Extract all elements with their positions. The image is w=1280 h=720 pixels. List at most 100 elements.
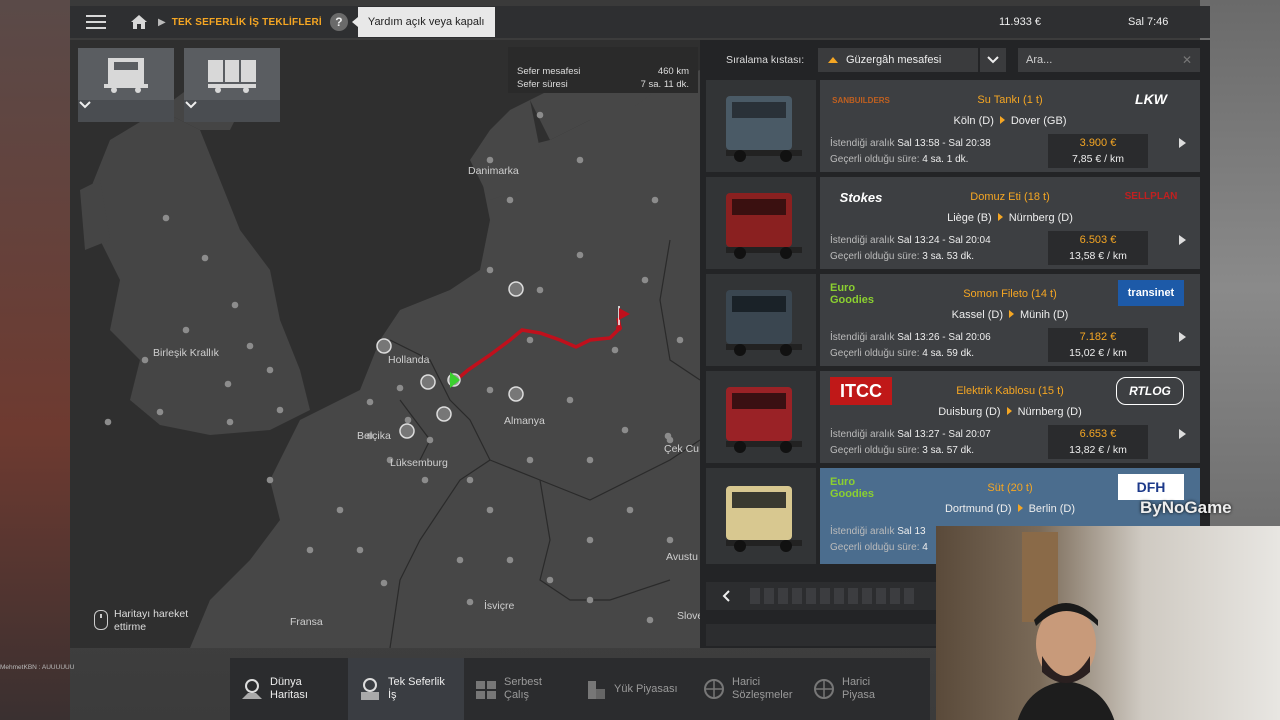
- valid-time: 3 sa. 53 dk.: [922, 251, 974, 262]
- truck-thumbnail: [706, 80, 816, 172]
- map-label: Çek Cu: [664, 443, 700, 455]
- route-to: Nürnberg (D): [1008, 212, 1073, 224]
- destination-company-logo: RTLOG: [1116, 377, 1184, 405]
- destination-company-logo: SELLPLAN: [1124, 190, 1178, 202]
- background-left: [0, 0, 70, 720]
- breadcrumb[interactable]: TEK SEFERLİK İŞ TEKLİFLERİ: [172, 17, 322, 28]
- tab-label: Harici Piyasa: [842, 676, 876, 701]
- tab-external-market[interactable]: Harici Piyasa: [802, 658, 912, 720]
- valid-label: Geçerli olduğu süre:: [830, 542, 920, 553]
- open-job-arrow-icon[interactable]: [1179, 429, 1186, 439]
- valid-label: Geçerli olduğu süre:: [830, 445, 920, 456]
- job-rate: 7,85 € / km: [1072, 153, 1124, 165]
- window-label: İstendiği aralık: [830, 235, 895, 246]
- route-from: Liège (B): [947, 212, 992, 224]
- route-to: Münih (D): [1020, 309, 1069, 321]
- route-from: Dortmund (D): [944, 503, 1012, 515]
- window-label: İstendiği aralık: [830, 138, 895, 149]
- valid-time: 3 sa. 57 dk.: [922, 445, 974, 456]
- quick-job-icon: [358, 677, 382, 701]
- window-label: İstendiği aralık: [830, 526, 895, 537]
- job-item[interactable]: Stokes Domuz Eti (18 t) SELLPLAN Liège (…: [706, 177, 1200, 269]
- valid-label: Geçerli olduğu süre:: [830, 154, 920, 165]
- price-box: 6.653 € 13,82 € / km: [1048, 425, 1148, 459]
- price-box: 7.182 € 15,02 € / km: [1048, 328, 1148, 362]
- breadcrumb-chevron-icon: ▶: [158, 16, 166, 28]
- valid-time: 4 sa. 59 dk.: [922, 348, 974, 359]
- home-icon[interactable]: [122, 6, 156, 38]
- truck-filter-own[interactable]: [78, 48, 174, 122]
- trailer-filter[interactable]: [184, 48, 280, 122]
- map-label: Lüksemburg: [390, 457, 448, 469]
- route-arrow-icon: [1009, 310, 1015, 318]
- job-price: 3.900 €: [1079, 137, 1117, 149]
- truck-thumbnail: [706, 371, 816, 463]
- duration-value: 7 sa. 11 dk.: [640, 79, 689, 90]
- route-arrow-icon: [997, 213, 1003, 221]
- job-rate: 13,82 € / km: [1069, 444, 1127, 456]
- truck-filter-chevron-icon[interactable]: [78, 100, 174, 122]
- mouse-icon: [94, 610, 108, 630]
- job-card[interactable]: Stokes Domuz Eti (18 t) SELLPLAN Liège (…: [820, 177, 1200, 269]
- tab-label: Harici Sözleşmeler: [732, 676, 793, 701]
- tab-world-map[interactable]: Dünya Haritası: [230, 658, 348, 720]
- route-from: Duisburg (D): [938, 406, 1001, 418]
- search-clear-icon[interactable]: ✕: [1182, 53, 1192, 67]
- tab-quick-job[interactable]: Tek Seferlik İş: [348, 658, 464, 720]
- truck-thumbnail: [706, 274, 816, 366]
- job-card[interactable]: SANBUILDERS Su Tankı (1 t) LKW Köln (D) D…: [820, 80, 1200, 172]
- cargo-market-icon: [584, 677, 608, 701]
- price-box: 3.900 € 7,85 € / km: [1048, 134, 1148, 168]
- trailer-filter-chevron-icon[interactable]: [184, 100, 280, 122]
- search-input[interactable]: [1018, 48, 1200, 72]
- chat-line: MehmetKBN : AUUUUUU: [0, 664, 75, 671]
- job-card[interactable]: Euro Goodies Somon Fileto (14 t) transin…: [820, 274, 1200, 366]
- tab-freight-market[interactable]: Serbest Çalış: [464, 658, 574, 720]
- route-from: Köln (D): [953, 115, 994, 127]
- menu-icon[interactable]: [70, 6, 122, 38]
- route-arrow-icon: [1006, 407, 1012, 415]
- delivery-window: Sal 13:24 - Sal 20:04: [897, 235, 991, 246]
- valid-time: 4: [922, 542, 928, 553]
- map-label: Avustu: [666, 551, 698, 563]
- route-info-box: Sefer mesafesi 460 km Sefer süresi 7 sa. 1…: [508, 47, 698, 93]
- tab-label: Serbest Çalış: [504, 676, 542, 701]
- job-card[interactable]: ITCC Elektrik Kablosu (15 t) RTLOG Duisb…: [820, 371, 1200, 463]
- sort-ascending-icon: [828, 57, 838, 63]
- map-label: İsviçre: [484, 600, 515, 612]
- help-tooltip: Yardım açık veya kapalı: [351, 7, 495, 37]
- route-to: Nürnberg (D): [1017, 406, 1082, 418]
- streamer-avatar: [1017, 603, 1115, 720]
- open-job-arrow-icon[interactable]: [1179, 138, 1186, 148]
- page-indicators: [750, 588, 914, 604]
- job-price: 6.503 €: [1079, 234, 1117, 246]
- sort-bar: Sıralama kıstası: Güzergâh mesafesi ✕: [700, 48, 1210, 72]
- distance-value: 460 km: [657, 66, 689, 77]
- previous-page-chevron-icon[interactable]: [716, 588, 736, 604]
- tab-external-contracts[interactable]: Harici Sözleşmeler: [692, 658, 802, 720]
- destination-company-logo: LKW: [1135, 91, 1167, 107]
- map-label: Birleşik Krallık: [153, 347, 219, 359]
- job-map[interactable]: Sefer mesafesi 460 km Sefer süresi 7 sa. 1…: [70, 40, 700, 648]
- map-label: Fransa: [290, 616, 323, 628]
- external-market-icon: [812, 677, 836, 701]
- job-item[interactable]: SANBUILDERS Su Tankı (1 t) LKW Köln (D) D…: [706, 80, 1200, 172]
- window-label: İstendiği aralık: [830, 332, 895, 343]
- job-item[interactable]: Euro Goodies Somon Fileto (14 t) transin…: [706, 274, 1200, 366]
- delivery-window: Sal 13: [897, 526, 926, 537]
- bottom-tabs: Dünya Haritası Tek Seferlik İş Serbest Ç…: [230, 658, 930, 720]
- open-job-arrow-icon[interactable]: [1179, 235, 1186, 245]
- map-label: Slove: [677, 610, 700, 622]
- stream-watermark: ByNoGame: [1140, 498, 1232, 517]
- map-label: Danimarka: [468, 165, 519, 177]
- help-icon[interactable]: ?: [329, 13, 348, 31]
- sort-select[interactable]: Güzergâh mesafesi: [818, 48, 978, 72]
- valid-label: Geçerli olduğu süre:: [830, 251, 920, 262]
- job-item[interactable]: ITCC Elektrik Kablosu (15 t) RTLOG Duisb…: [706, 371, 1200, 463]
- valid-label: Geçerli olduğu süre:: [830, 348, 920, 359]
- sort-dropdown-chevron-icon[interactable]: [980, 48, 1006, 72]
- tab-cargo-market[interactable]: Yük Piyasası: [574, 658, 692, 720]
- open-job-arrow-icon[interactable]: [1179, 332, 1186, 342]
- truck-thumbnail: [706, 177, 816, 269]
- tab-label: Tek Seferlik İş: [388, 676, 445, 701]
